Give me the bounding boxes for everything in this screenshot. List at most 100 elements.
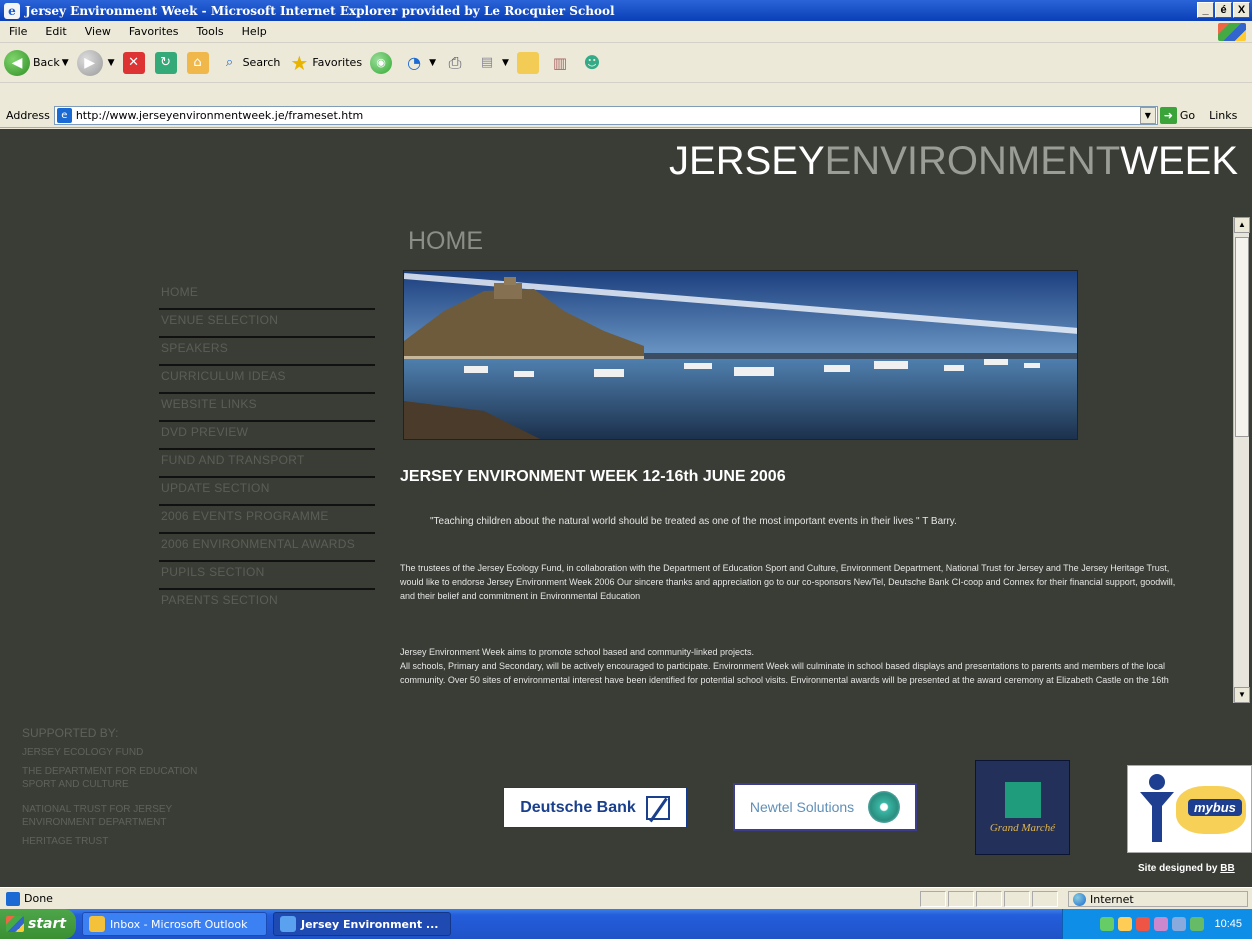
nav-home[interactable]: HOME — [159, 282, 375, 310]
back-label: Back — [33, 56, 60, 69]
forward-dropdown-icon[interactable]: ▼ — [108, 58, 115, 68]
forward-button[interactable]: ▶ ▼ — [76, 49, 115, 76]
nav-website-links[interactable]: WEBSITE LINKS — [159, 394, 375, 422]
back-button[interactable]: ◀ Back ▼ — [4, 49, 69, 76]
menu-bar: File Edit View Favorites Tools Help — [0, 21, 1252, 43]
grand-marche-text: Grand Marché — [989, 821, 1056, 834]
scroll-up-icon[interactable]: ▲ — [1234, 217, 1250, 233]
mybus-logo[interactable]: mybus — [1127, 765, 1252, 853]
start-button[interactable]: start — [0, 909, 76, 939]
supporter-item: THE DEPARTMENT FOR EDUCATION — [22, 766, 198, 777]
nav-parents-section[interactable]: PARENTS SECTION — [159, 590, 375, 618]
messenger-icon: ☻ — [583, 52, 601, 72]
page-icon: e — [56, 108, 72, 123]
nav-pupils-section[interactable]: PUPILS SECTION — [159, 562, 375, 590]
back-dropdown-icon[interactable]: ▼ — [62, 58, 69, 68]
grand-marche-logo[interactable]: Grand Marché — [975, 760, 1070, 855]
star-icon: ★ — [290, 50, 309, 75]
nav-environmental-awards[interactable]: 2006 ENVIRONMENTAL AWARDS — [159, 534, 375, 562]
search-label: Search — [242, 56, 281, 69]
content-scrollbar[interactable]: ▲ ▼ — [1233, 217, 1250, 703]
title-bar: e Jersey Environment Week - Microsoft In… — [0, 0, 1252, 21]
stop-icon: ✕ — [122, 51, 145, 74]
ie-icon: e — [4, 2, 20, 19]
quote-text: "Teaching children about the natural wor… — [430, 516, 957, 527]
nav-update-section[interactable]: UPDATE SECTION — [159, 478, 375, 506]
research-button[interactable]: ▥ — [549, 52, 573, 74]
site-credit: Site designed by BB — [1138, 863, 1235, 874]
security-icon[interactable] — [1136, 917, 1151, 931]
status-panes — [920, 891, 1060, 907]
nav-speakers[interactable]: SPEAKERS — [159, 338, 375, 366]
close-button[interactable]: X — [1233, 2, 1250, 18]
taskbar: start Inbox - Microsoft Outlook Jersey E… — [0, 909, 1252, 939]
security-zone[interactable]: Internet — [1068, 891, 1248, 907]
nav-events-programme[interactable]: 2006 EVENTS PROGRAMME — [159, 506, 375, 534]
back-arrow-icon: ◀ — [4, 49, 30, 76]
status-pane — [976, 891, 1002, 907]
home-button[interactable]: ⌂ — [186, 51, 211, 74]
address-input[interactable]: e http://www.jerseyenvironmentweek.je/fr… — [53, 106, 1158, 125]
credit-link[interactable]: BB — [1220, 863, 1234, 874]
volume-icon[interactable] — [1172, 917, 1187, 931]
deutsche-bank-text: Deutsche Bank — [520, 798, 636, 816]
windows-flag-icon — [6, 916, 24, 932]
supporters-list: SUPPORTED BY: JERSEY ECOLOGY FUND THE DE… — [22, 727, 197, 848]
refresh-icon: ↻ — [154, 51, 177, 74]
supporter-item: JERSEY ECOLOGY FUND — [22, 747, 144, 758]
brand-environment: ENVIRONMENT — [824, 139, 1121, 183]
page-content: JERSEYENVIRONMENTWEEK HOME HOME VENUE SE… — [0, 129, 1252, 887]
deutsche-slash-icon — [645, 795, 670, 820]
messenger-tray-icon[interactable] — [1154, 917, 1169, 931]
edit-dropdown-icon[interactable]: ▼ — [502, 58, 509, 68]
ie-task-icon — [280, 916, 296, 932]
edit-button[interactable]: ▤ ▼ — [476, 52, 509, 74]
supporter-item: HERITAGE TRUST — [22, 836, 109, 847]
taskbar-jersey-environment[interactable]: Jersey Environment ... — [273, 912, 451, 936]
connection-icon[interactable] — [1190, 917, 1205, 931]
status-text: Done — [24, 892, 53, 905]
menu-view[interactable]: View — [76, 25, 120, 38]
nav-fund-and-transport[interactable]: FUND AND TRANSPORT — [159, 450, 375, 478]
nav-dvd-preview[interactable]: DVD PREVIEW — [159, 422, 375, 450]
books-icon: ▥ — [552, 53, 567, 72]
menu-file[interactable]: File — [0, 25, 36, 38]
minimize-button[interactable]: _ — [1197, 2, 1214, 18]
menu-favorites[interactable]: Favorites — [120, 25, 188, 38]
deutsche-bank-logo[interactable]: Deutsche Bank — [503, 787, 687, 828]
search-icon: ⌕ — [225, 54, 234, 70]
go-button[interactable]: ➜ Go — [1159, 107, 1195, 124]
site-nav: HOME VENUE SELECTION SPEAKERS CURRICULUM… — [159, 282, 375, 618]
status-pane — [1004, 891, 1030, 907]
menu-help[interactable]: Help — [233, 25, 276, 38]
menu-edit[interactable]: Edit — [36, 25, 75, 38]
brand-jersey: JERSEY — [669, 139, 825, 183]
nav-venue-selection[interactable]: VENUE SELECTION — [159, 310, 375, 338]
nav-curriculum-ideas[interactable]: CURRICULUM IDEAS — [159, 366, 375, 394]
history-dropdown-icon[interactable]: ▼ — [429, 58, 436, 68]
print-button[interactable]: ⎙ — [444, 52, 468, 74]
harbour-photo — [403, 270, 1078, 440]
home-icon: ⌂ — [186, 51, 209, 74]
outlook-icon — [89, 916, 105, 932]
tray-icon[interactable] — [1118, 917, 1133, 931]
network-icon[interactable] — [1100, 917, 1115, 931]
newtel-logo[interactable]: Newtel Solutions — [733, 783, 917, 831]
messenger-button[interactable]: ☻ — [581, 52, 605, 74]
site-brand: JERSEYENVIRONMENTWEEK — [669, 139, 1238, 184]
media-button[interactable]: ◉ — [370, 51, 395, 74]
history-button[interactable]: ◔ ▼ — [403, 52, 436, 74]
refresh-button[interactable]: ↻ — [154, 51, 179, 74]
maximize-button[interactable]: é — [1215, 2, 1232, 18]
menu-tools[interactable]: Tools — [188, 25, 233, 38]
scroll-down-icon[interactable]: ▼ — [1234, 687, 1250, 703]
folder-button[interactable] — [516, 51, 541, 74]
stop-button[interactable]: ✕ — [122, 51, 147, 74]
aims-detail: All schools, Primary and Secondary, will… — [400, 661, 1169, 685]
favorites-button[interactable]: ★ Favorites — [288, 52, 362, 74]
links-button[interactable]: Links — [1209, 109, 1237, 122]
taskbar-outlook[interactable]: Inbox - Microsoft Outlook — [82, 912, 267, 936]
search-button[interactable]: ⌕ Search — [219, 52, 281, 74]
address-dropdown-icon[interactable]: ▼ — [1139, 107, 1156, 124]
scroll-thumb[interactable] — [1235, 237, 1249, 437]
